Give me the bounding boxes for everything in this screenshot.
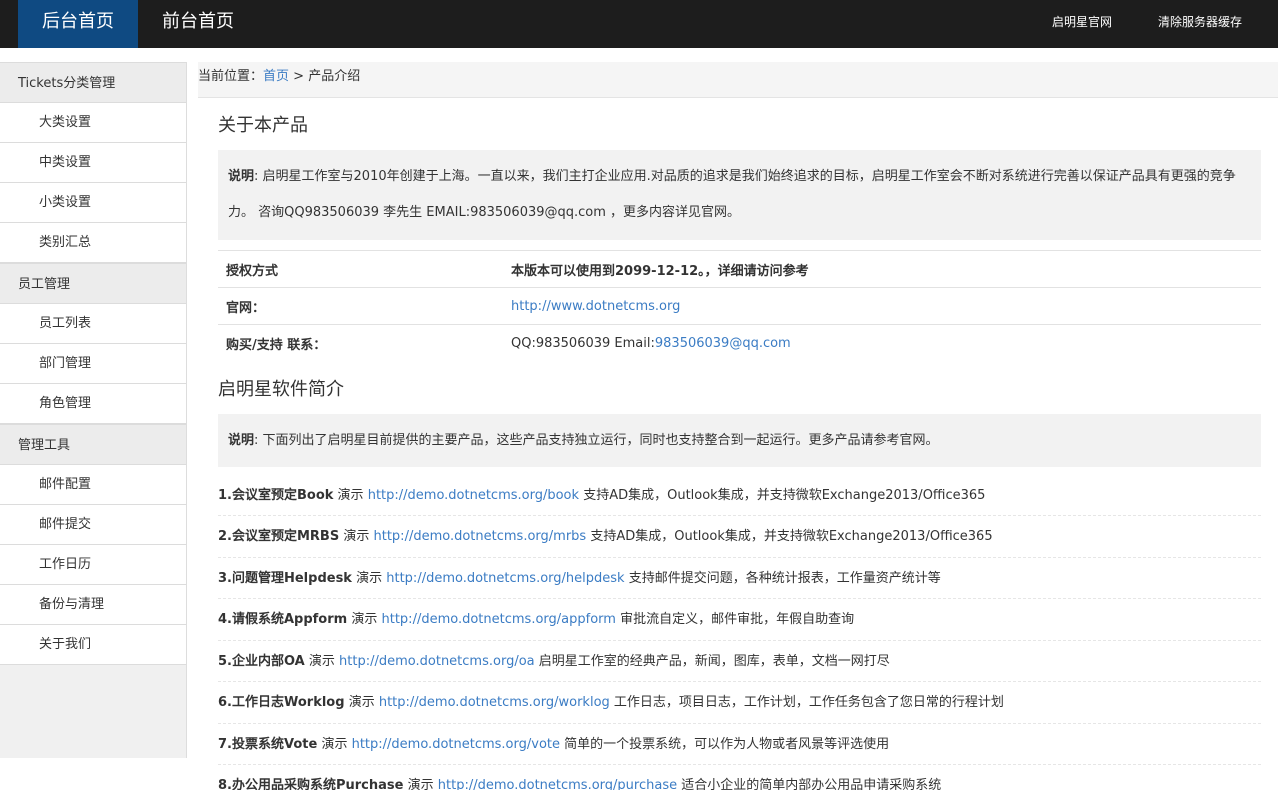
demo-label: 演示 xyxy=(348,695,375,710)
table-row: 授权方式 本版本可以使用到2099-12-12。，详细请访问参考 xyxy=(218,250,1261,288)
main-content: 当前位置：首页 > 产品介绍 关于本产品 说明: 启明星工作室与2010年创建于… xyxy=(198,62,1278,790)
table-row: 购买/支持 联系： QQ:983506039 Email:983506039@q… xyxy=(218,324,1261,362)
list-item: 1.会议室预定Book 演示 http://demo.dotnetcms.org… xyxy=(218,475,1261,516)
site-key: 官网： xyxy=(218,287,503,325)
clear-cache-link[interactable]: 清除服务器缓存 xyxy=(1158,0,1242,48)
sidebar-item-role[interactable]: 角色管理 xyxy=(0,384,186,424)
list-item: 7.投票系统Vote 演示 http://demo.dotnetcms.org/… xyxy=(218,724,1261,765)
demo-label: 演示 xyxy=(343,529,370,544)
product-desc: 适合小企业的简单内部办公用品申请采购系统 xyxy=(681,778,942,790)
site-link[interactable]: http://www.dotnetcms.org xyxy=(511,299,680,314)
breadcrumb-home-link[interactable]: 首页 xyxy=(263,69,289,84)
product-name: 1.会议室预定Book xyxy=(218,487,334,503)
content-area: 关于本产品 说明: 启明星工作室与2010年创建于上海。一直以来，我们主打企业应… xyxy=(218,98,1261,790)
contact-email-link[interactable]: 983506039@qq.com xyxy=(655,336,791,351)
product-demo-link[interactable]: http://demo.dotnetcms.org/helpdesk xyxy=(386,571,624,586)
breadcrumb: 当前位置：首页 > 产品介绍 xyxy=(198,62,1278,98)
product-desc: 简单的一个投票系统，可以作为人物或者风景等评选使用 xyxy=(564,736,890,752)
sidebar-item-mail-config[interactable]: 邮件配置 xyxy=(0,465,186,505)
top-links: 启明星官网 清除服务器缓存 xyxy=(1052,0,1242,48)
about-note-text: : 启明星工作室与2010年创建于上海。一直以来，我们主打企业应用.对品质的追求… xyxy=(228,169,1236,220)
product-desc: 工作日志，项目日志，工作计划，工作任务包含了您日常的行程计划 xyxy=(613,695,1004,710)
sidebar-item-staff-list[interactable]: 员工列表 xyxy=(0,304,186,344)
breadcrumb-separator: > xyxy=(289,69,309,84)
info-table: 授权方式 本版本可以使用到2099-12-12。，详细请访问参考 官网： htt… xyxy=(218,250,1261,362)
demo-label: 演示 xyxy=(308,653,335,669)
list-item: 6.工作日志Worklog 演示 http://demo.dotnetcms.o… xyxy=(218,682,1261,724)
sidebar-group-staff[interactable]: 员工管理 xyxy=(0,263,186,304)
product-demo-link[interactable]: http://demo.dotnetcms.org/oa xyxy=(339,654,535,669)
sidebar-item-category-summary[interactable]: 类别汇总 xyxy=(0,223,186,263)
product-name: 7.投票系统Vote xyxy=(218,736,318,752)
sidebar-item-middle-category[interactable]: 中类设置 xyxy=(0,143,186,183)
product-desc: 支持邮件提交问题，各种统计报表，工作量资产统计等 xyxy=(628,570,941,586)
product-demo-link[interactable]: http://demo.dotnetcms.org/purchase xyxy=(438,778,677,790)
top-nav-tabs: 后台首页 前台首页 xyxy=(18,0,258,48)
sidebar-group-tickets[interactable]: Tickets分类管理 xyxy=(0,62,186,103)
product-name: 8.办公用品采购系统Purchase xyxy=(218,778,404,790)
intro-note-text: : 下面列出了启明星目前提供的主要产品，这些产品支持独立运行，同时也支持整合到一… xyxy=(254,432,939,448)
sidebar-item-minor-category[interactable]: 小类设置 xyxy=(0,183,186,223)
demo-label: 演示 xyxy=(321,736,348,752)
license-key: 授权方式 xyxy=(218,250,503,288)
contact-key: 购买/支持 联系： xyxy=(218,324,503,362)
list-item: 8.办公用品采购系统Purchase 演示 http://demo.dotnet… xyxy=(218,765,1261,790)
sidebar-item-work-calendar[interactable]: 工作日历 xyxy=(0,545,186,585)
list-item: 3.问题管理Helpdesk 演示 http://demo.dotnetcms.… xyxy=(218,558,1261,599)
sidebar: Tickets分类管理 大类设置 中类设置 小类设置 类别汇总 员工管理 员工列… xyxy=(0,62,187,758)
sidebar-item-mail-submit[interactable]: 邮件提交 xyxy=(0,505,186,545)
sidebar-group-tools[interactable]: 管理工具 xyxy=(0,424,186,465)
site-value-cell: http://www.dotnetcms.org xyxy=(503,287,1261,325)
product-desc: 启明星工作室的经典产品，新闻，图库，表单，文档一网打尽 xyxy=(538,653,890,669)
product-name: 6.工作日志Worklog xyxy=(218,695,345,710)
official-site-link[interactable]: 启明星官网 xyxy=(1052,0,1112,48)
sidebar-item-about-us[interactable]: 关于我们 xyxy=(0,625,186,665)
top-navbar: 后台首页 前台首页 启明星官网 清除服务器缓存 xyxy=(0,0,1278,48)
intro-note-label: 说明 xyxy=(228,432,255,448)
list-item: 5.企业内部OA 演示 http://demo.dotnetcms.org/oa… xyxy=(218,641,1261,682)
demo-label: 演示 xyxy=(351,612,378,627)
about-title: 关于本产品 xyxy=(218,115,308,136)
demo-label: 演示 xyxy=(337,487,364,503)
product-demo-link[interactable]: http://demo.dotnetcms.org/appform xyxy=(382,612,616,627)
tab-frontend-home[interactable]: 前台首页 xyxy=(138,0,258,48)
intro-note: 说明: 下面列出了启明星目前提供的主要产品，这些产品支持独立运行，同时也支持整合… xyxy=(218,413,1261,467)
about-note: 说明: 启明星工作室与2010年创建于上海。一直以来，我们主打企业应用.对品质的… xyxy=(218,150,1261,240)
product-demo-link[interactable]: http://demo.dotnetcms.org/worklog xyxy=(379,695,610,710)
product-desc: 支持AD集成，Outlook集成，并支持微软Exchange2013/Offic… xyxy=(590,529,993,544)
contact-prefix: QQ:983506039 Email: xyxy=(511,335,655,351)
product-desc: 支持AD集成，Outlook集成，并支持微软Exchange2013/Offic… xyxy=(583,487,986,503)
license-value: 本版本可以使用到2099-12-12。，详细请访问参考 xyxy=(503,250,1261,288)
product-name: 2.会议室预定MRBS xyxy=(218,529,340,544)
product-desc: 审批流自定义，邮件审批，年假自助查询 xyxy=(620,612,855,627)
product-name: 4.请假系统Appform xyxy=(218,612,348,627)
product-demo-link[interactable]: http://demo.dotnetcms.org/vote xyxy=(352,737,560,752)
about-note-label: 说明 xyxy=(228,169,255,184)
product-name: 5.企业内部OA xyxy=(218,653,305,669)
demo-label: 演示 xyxy=(356,570,383,586)
list-item: 2.会议室预定MRBS 演示 http://demo.dotnetcms.org… xyxy=(218,516,1261,558)
product-list: 1.会议室预定Book 演示 http://demo.dotnetcms.org… xyxy=(218,475,1261,790)
product-name: 3.问题管理Helpdesk xyxy=(218,570,352,586)
sidebar-item-backup[interactable]: 备份与清理 xyxy=(0,585,186,625)
table-row: 官网： http://www.dotnetcms.org xyxy=(218,287,1261,325)
intro-title: 启明星软件简介 xyxy=(218,378,344,400)
demo-label: 演示 xyxy=(407,778,434,790)
sidebar-item-department[interactable]: 部门管理 xyxy=(0,344,186,384)
sidebar-item-major-category[interactable]: 大类设置 xyxy=(0,103,186,143)
breadcrumb-prefix: 当前位置： xyxy=(198,69,264,84)
list-item: 4.请假系统Appform 演示 http://demo.dotnetcms.o… xyxy=(218,599,1261,641)
product-demo-link[interactable]: http://demo.dotnetcms.org/mrbs xyxy=(374,529,587,544)
contact-value-cell: QQ:983506039 Email:983506039@qq.com xyxy=(503,324,1261,362)
product-demo-link[interactable]: http://demo.dotnetcms.org/book xyxy=(368,488,579,503)
tab-backend-home[interactable]: 后台首页 xyxy=(18,0,138,48)
breadcrumb-current: 产品介绍 xyxy=(308,69,361,84)
